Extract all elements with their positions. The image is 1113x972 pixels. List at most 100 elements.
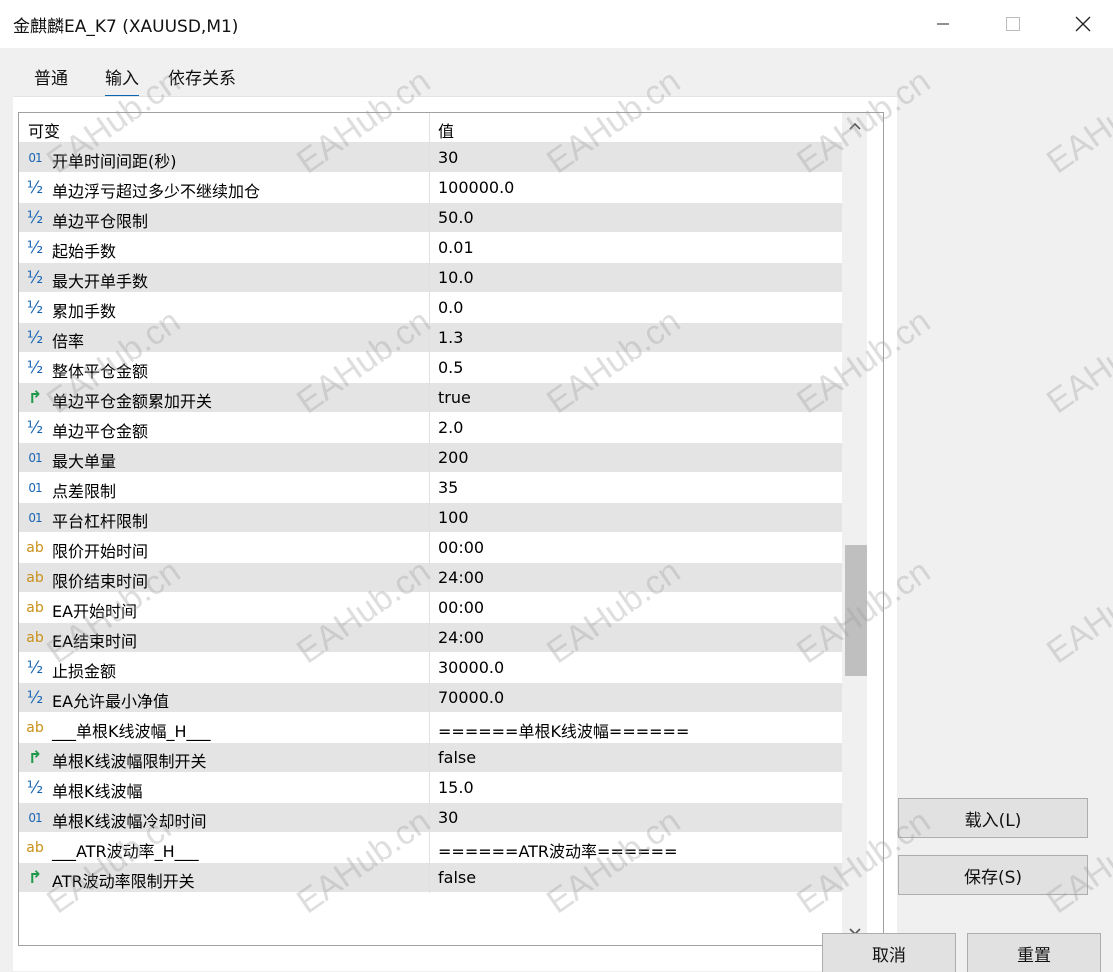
variable-value[interactable]: 70000.0	[438, 688, 504, 707]
value-cell[interactable]: 24:00	[430, 563, 842, 593]
table-row[interactable]: ½ 单边浮亏超过多少不继续加仓 100000.0	[19, 173, 842, 203]
variable-value[interactable]: ======ATR波动率======	[438, 838, 677, 862]
variable-value[interactable]: 24:00	[438, 568, 484, 587]
variable-value[interactable]: false	[438, 748, 476, 767]
boolean-type-icon: ↱	[27, 748, 43, 768]
value-cell[interactable]: 00:00	[430, 593, 842, 623]
variable-value[interactable]: true	[438, 388, 471, 407]
table-row[interactable]: ab EA结束时间 24:00	[19, 623, 842, 653]
variable-value[interactable]: 200	[438, 448, 469, 467]
column-header-value[interactable]: 值	[438, 118, 454, 142]
variable-value[interactable]: 50.0	[438, 208, 474, 227]
table-row[interactable]: ab EA开始时间 00:00	[19, 593, 842, 623]
variable-value[interactable]: 100000.0	[438, 178, 514, 197]
column-divider[interactable]	[429, 113, 430, 143]
variable-name: 倍率	[52, 332, 85, 351]
table-row[interactable]: ↱ 单根K线波幅限制开关 false	[19, 743, 842, 773]
load-button[interactable]: 载入(L)	[898, 798, 1088, 838]
value-cell[interactable]: 35	[430, 473, 842, 503]
value-cell[interactable]: 100	[430, 503, 842, 533]
variable-value[interactable]: 0.5	[438, 358, 463, 377]
table-row[interactable]: ½ 止损金额 30000.0	[19, 653, 842, 683]
tab-dependencies[interactable]: 依存关系	[168, 64, 236, 95]
variable-value[interactable]: 00:00	[438, 598, 484, 617]
maximize-button[interactable]	[990, 0, 1036, 48]
variable-value[interactable]: 35	[438, 478, 458, 497]
value-cell[interactable]: 70000.0	[430, 683, 842, 713]
variable-value[interactable]: 100	[438, 508, 469, 527]
table-row[interactable]: 01 最大单量 200	[19, 443, 842, 473]
value-cell[interactable]: 200	[430, 443, 842, 473]
value-cell[interactable]: ======ATR波动率======	[430, 833, 842, 863]
variable-value[interactable]: 30000.0	[438, 658, 504, 677]
variable-name: 最大开单手数	[52, 272, 149, 291]
variable-value[interactable]: false	[438, 868, 476, 887]
variable-value[interactable]: 24:00	[438, 628, 484, 647]
table-row[interactable]: 01 点差限制 35	[19, 473, 842, 503]
close-button[interactable]	[1060, 0, 1106, 48]
inputs-grid[interactable]: 可变 值 01 开单时间间距(秒) 30 ½ 单边浮亏超过多少不继续加仓 100000.0…	[18, 112, 884, 946]
table-row[interactable]: ↱ 单边平仓金额累加开关 true	[19, 383, 842, 413]
value-cell[interactable]: false	[430, 743, 842, 773]
variable-value[interactable]: 2.0	[438, 418, 463, 437]
table-row[interactable]: ½ EA允许最小净值 70000.0	[19, 683, 842, 713]
value-cell[interactable]: 2.0	[430, 413, 842, 443]
table-row[interactable]: ab 限价开始时间 00:00	[19, 533, 842, 563]
value-cell[interactable]: 1.3	[430, 323, 842, 353]
scroll-thumb[interactable]	[845, 545, 867, 676]
table-row[interactable]: ab 限价结束时间 24:00	[19, 563, 842, 593]
table-row[interactable]: ½ 起始手数 0.01	[19, 233, 842, 263]
table-row[interactable]: ↱ ATR波动率限制开关 false	[19, 863, 842, 893]
table-row[interactable]: 01 单根K线波幅冷却时间 30	[19, 803, 842, 833]
variable-cell: ½ 单边浮亏超过多少不继续加仓	[19, 173, 429, 203]
table-row[interactable]: ½ 单边平仓金额 2.0	[19, 413, 842, 443]
value-cell[interactable]: 30	[430, 803, 842, 833]
table-row[interactable]: 01 平台杠杆限制 100	[19, 503, 842, 533]
grid-rows: 01 开单时间间距(秒) 30 ½ 单边浮亏超过多少不继续加仓 100000.0 ½ 单边平仓…	[19, 143, 842, 893]
value-cell[interactable]: 50.0	[430, 203, 842, 233]
variable-value[interactable]: 00:00	[438, 538, 484, 557]
variable-value[interactable]: 15.0	[438, 778, 474, 797]
variable-value[interactable]: 30	[438, 148, 458, 167]
title-bar: 金麒麟EA_K7 (XAUUSD,M1)	[0, 0, 1113, 48]
table-row[interactable]: ½ 单根K线波幅 15.0	[19, 773, 842, 803]
table-row[interactable]: ½ 累加手数 0.0	[19, 293, 842, 323]
vertical-scrollbar[interactable]	[842, 113, 867, 945]
variable-value[interactable]: 30	[438, 808, 458, 827]
table-row[interactable]: ab ___ATR波动率_H___ ======ATR波动率======	[19, 833, 842, 863]
table-row[interactable]: ½ 最大开单手数 10.0	[19, 263, 842, 293]
value-cell[interactable]: 0.01	[430, 233, 842, 263]
scroll-up-button[interactable]	[842, 115, 867, 137]
value-cell[interactable]: 0.5	[430, 353, 842, 383]
value-cell[interactable]: 15.0	[430, 773, 842, 803]
variable-value[interactable]: 10.0	[438, 268, 474, 287]
cancel-button[interactable]: 取消	[822, 933, 956, 972]
variable-value[interactable]: ======单根K线波幅======	[438, 718, 689, 742]
double-type-icon: ½	[26, 298, 44, 318]
value-cell[interactable]: 00:00	[430, 533, 842, 563]
value-cell[interactable]: 30	[430, 143, 842, 173]
value-cell[interactable]: 10.0	[430, 263, 842, 293]
variable-value[interactable]: 1.3	[438, 328, 463, 347]
save-button[interactable]: 保存(S)	[898, 855, 1088, 895]
value-cell[interactable]: 30000.0	[430, 653, 842, 683]
value-cell[interactable]: 24:00	[430, 623, 842, 653]
table-row[interactable]: ½ 单边平仓限制 50.0	[19, 203, 842, 233]
table-row[interactable]: 01 开单时间间距(秒) 30	[19, 143, 842, 173]
table-row[interactable]: ab ___单根K线波幅_H___ ======单根K线波幅======	[19, 713, 842, 743]
table-row[interactable]: ½ 整体平仓金额 0.5	[19, 353, 842, 383]
value-cell[interactable]: 100000.0	[430, 173, 842, 203]
variable-value[interactable]: 0.0	[438, 298, 463, 317]
column-header-variable[interactable]: 可变	[28, 118, 60, 142]
value-cell[interactable]: ======单根K线波幅======	[430, 713, 842, 743]
variable-cell: ab EA结束时间	[19, 623, 429, 653]
tab-general[interactable]: 普通	[34, 64, 68, 95]
value-cell[interactable]: true	[430, 383, 842, 413]
variable-value[interactable]: 0.01	[438, 238, 474, 257]
table-row[interactable]: ½ 倍率 1.3	[19, 323, 842, 353]
minimize-button[interactable]	[920, 0, 966, 48]
tab-inputs[interactable]: 输入	[105, 64, 139, 97]
value-cell[interactable]: false	[430, 863, 842, 893]
reset-button[interactable]: 重置	[967, 933, 1101, 972]
value-cell[interactable]: 0.0	[430, 293, 842, 323]
